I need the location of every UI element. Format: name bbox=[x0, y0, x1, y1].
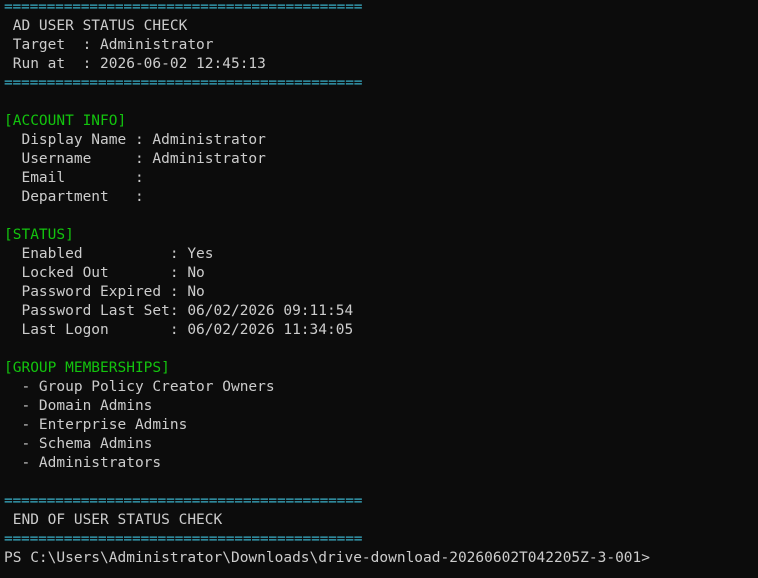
banner-target: Target : Administrator bbox=[4, 37, 214, 53]
group-item: - Schema Admins bbox=[4, 436, 153, 452]
status-password-expired: Password Expired : No bbox=[4, 284, 205, 300]
section-header-account-info: [ACCOUNT INFO] bbox=[4, 113, 127, 129]
section-header-group-memberships: [GROUP MEMBERSHIPS] bbox=[4, 360, 170, 376]
account-email: Email : bbox=[4, 170, 144, 186]
separator-line: ========================================… bbox=[4, 531, 363, 547]
account-display-name: Display Name : Administrator bbox=[4, 132, 266, 148]
footer-title: END OF USER STATUS CHECK bbox=[4, 512, 223, 528]
terminal-output[interactable]: ========================================… bbox=[4, 0, 758, 568]
group-item: - Administrators bbox=[4, 455, 162, 471]
status-password-last-set: Password Last Set: 06/02/2026 09:11:54 bbox=[4, 303, 354, 319]
status-last-logon: Last Logon : 06/02/2026 11:34:05 bbox=[4, 322, 354, 338]
section-header-status: [STATUS] bbox=[4, 227, 74, 243]
powershell-prompt[interactable]: PS C:\Users\Administrator\Downloads\driv… bbox=[4, 549, 758, 568]
account-username: Username : Administrator bbox=[4, 151, 266, 167]
account-department: Department : bbox=[4, 189, 144, 205]
banner-run-at: Run at : 2026-06-02 12:45:13 bbox=[4, 56, 266, 72]
separator-line: ========================================… bbox=[4, 75, 363, 91]
group-item: - Enterprise Admins bbox=[4, 417, 188, 433]
group-item: - Domain Admins bbox=[4, 398, 153, 414]
status-enabled: Enabled : Yes bbox=[4, 246, 214, 262]
separator-line: ========================================… bbox=[4, 493, 363, 509]
group-item: - Group Policy Creator Owners bbox=[4, 379, 275, 395]
status-locked-out: Locked Out : No bbox=[4, 265, 205, 281]
separator-line: ========================================… bbox=[4, 0, 363, 15]
banner-title: AD USER STATUS CHECK bbox=[4, 18, 188, 34]
